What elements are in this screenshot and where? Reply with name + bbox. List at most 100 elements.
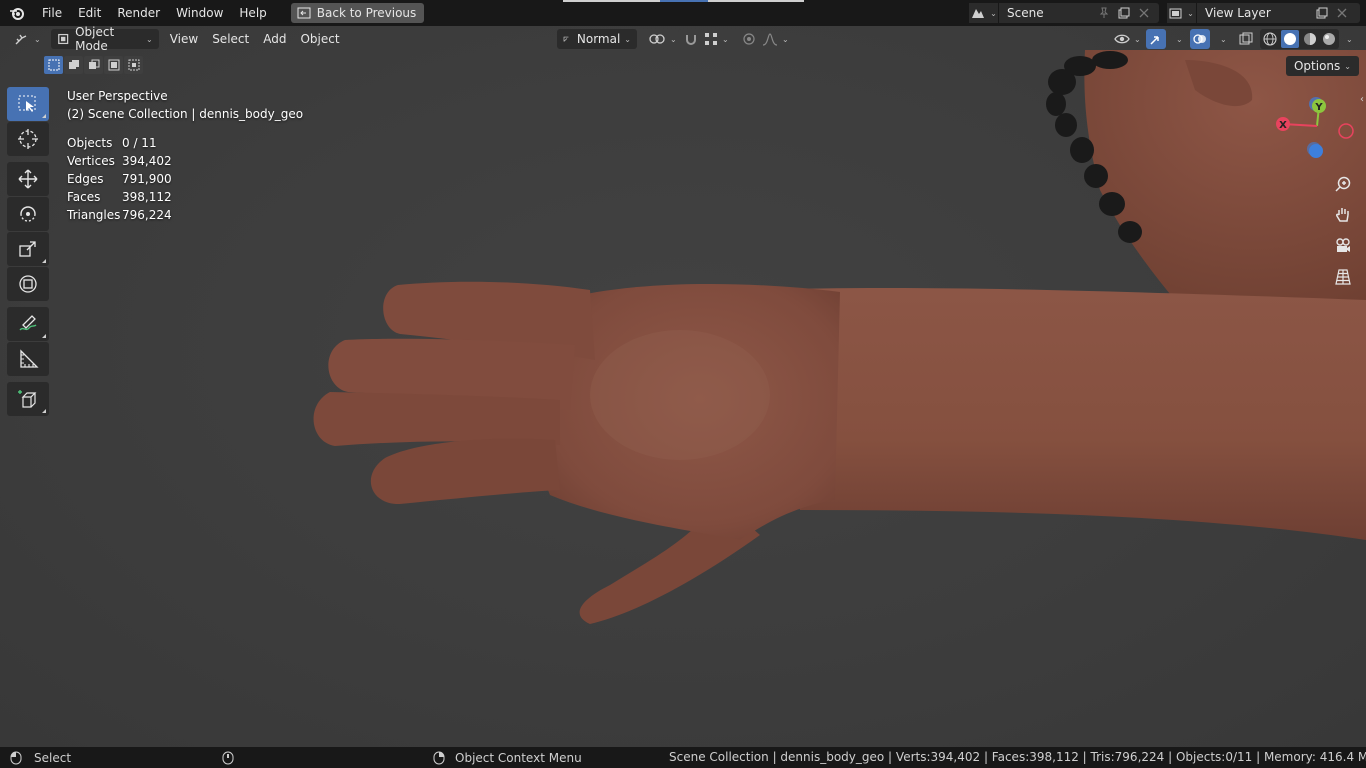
hand-icon — [1336, 207, 1349, 222]
falloff-dropdown[interactable]: ⌄ — [756, 29, 795, 49]
gizmo-icon — [1150, 36, 1159, 45]
x-axis-label: X — [1279, 120, 1287, 131]
tool-rotate[interactable] — [7, 197, 49, 231]
zoom-button[interactable] — [1328, 169, 1358, 198]
perspective-toggle-button[interactable] — [1328, 262, 1358, 291]
snap-magnet-icon — [686, 35, 696, 45]
tool-annotate[interactable] — [7, 307, 49, 341]
rotate-icon — [20, 206, 36, 222]
cursor-icon — [18, 129, 38, 149]
back-to-previous-button[interactable]: Back to Previous — [290, 3, 425, 23]
pan-button[interactable] — [1328, 200, 1358, 229]
wireframe-shading-icon[interactable] — [1262, 31, 1278, 47]
tool-select-box[interactable] — [7, 87, 49, 121]
material-preview-icon[interactable] — [1302, 31, 1318, 47]
gizmo-toggle[interactable] — [1146, 29, 1166, 49]
shading-modes — [1260, 29, 1339, 49]
sidebar-toggle-icon[interactable]: ‹ — [1360, 94, 1364, 105]
menu-edit[interactable]: Edit — [70, 0, 109, 26]
menu-render[interactable]: Render — [109, 0, 168, 26]
scene-name[interactable]: Scene — [999, 6, 1094, 20]
menu-window[interactable]: Window — [168, 0, 231, 26]
camera-view-button[interactable] — [1328, 231, 1358, 260]
new-view-layer-icon[interactable] — [1312, 3, 1332, 23]
left-mouse-icon — [10, 751, 22, 764]
right-mouse-icon — [433, 751, 445, 764]
tool-measure[interactable] — [7, 342, 49, 376]
navigation-buttons — [1328, 169, 1358, 291]
workspace-tabs-indicator — [563, 0, 804, 2]
delete-view-layer-icon[interactable] — [1332, 3, 1352, 23]
stat-vertices: Vertices 394,402 — [67, 154, 172, 168]
menu-select[interactable]: Select — [205, 29, 256, 49]
orientation-label: Normal — [576, 32, 621, 46]
scene-icon[interactable]: ⌄ — [969, 3, 999, 23]
tool-add-cube[interactable] — [7, 382, 49, 416]
navigation-gizmo[interactable]: X Y — [1266, 88, 1366, 168]
new-scene-icon[interactable] — [1114, 3, 1134, 23]
scene-statistics: Objects 0 / 11 Vertices 394,402 Edges 791,9… — [67, 134, 303, 224]
selection-mode-buttons — [44, 56, 143, 74]
proportional-icon — [743, 33, 755, 45]
solid-shading-icon — [1284, 33, 1296, 45]
tool-move[interactable] — [7, 162, 49, 196]
stat-objects: Objects 0 / 11 — [67, 136, 157, 150]
blender-logo-icon[interactable] — [0, 0, 34, 26]
editor-type-button[interactable]: ⌄ — [8, 29, 47, 49]
viewport-info-overlay: User Perspective (2) Scene Collection | … — [67, 87, 303, 224]
perspective-label: User Perspective — [67, 89, 168, 103]
menu-add[interactable]: Add — [256, 29, 293, 49]
view-layer-name[interactable]: View Layer — [1197, 6, 1312, 20]
select-invert-button[interactable] — [104, 56, 123, 74]
transform-icon — [19, 275, 37, 293]
view-layer-selector[interactable]: ⌄ View Layer — [1167, 3, 1360, 23]
delete-scene-icon[interactable] — [1134, 3, 1154, 23]
options-dropdown[interactable]: Options ⌄ — [1285, 56, 1359, 76]
solid-shading-button[interactable] — [1281, 30, 1299, 48]
visibility-dropdown[interactable]: ⌄ — [1108, 29, 1147, 49]
status-context-menu-hint: Object Context Menu — [433, 751, 582, 765]
camera-icon — [1336, 237, 1350, 252]
menu-help[interactable]: Help — [231, 0, 274, 26]
xray-toggle[interactable] — [1236, 29, 1256, 49]
zoom-icon — [1335, 176, 1351, 192]
select-box-icon — [18, 95, 36, 112]
view-layer-icon[interactable]: ⌄ — [1167, 3, 1197, 23]
menu-view[interactable]: View — [163, 29, 205, 49]
select-subtract-button[interactable] — [84, 56, 103, 74]
neg-x-axis-handle — [1338, 123, 1354, 139]
snap-target-button[interactable]: ⌄ — [698, 29, 735, 49]
shading-dropdown[interactable]: ⌄ — [1336, 29, 1359, 49]
tool-transform[interactable] — [7, 267, 49, 301]
stat-triangles: Triangles 796,224 — [67, 208, 172, 222]
gizmo-dropdown[interactable]: ⌄ — [1166, 29, 1189, 49]
rendered-shading-icon[interactable] — [1321, 31, 1337, 47]
menu-file[interactable]: File — [34, 0, 70, 26]
move-icon — [18, 169, 38, 189]
pivot-point-button[interactable]: ⌄ — [642, 29, 683, 49]
overlays-icon — [1193, 34, 1206, 44]
collection-label: (2) Scene Collection | dennis_body_geo — [67, 107, 304, 121]
pin-icon[interactable] — [1094, 3, 1114, 23]
y-axis-label: Y — [1314, 102, 1323, 113]
tool-cursor[interactable] — [7, 122, 49, 156]
falloff-curve-icon — [762, 33, 778, 46]
measure-ruler-icon — [20, 349, 39, 368]
transform-orientation-dropdown[interactable]: Normal ⌄ — [557, 29, 637, 49]
scene-selector[interactable]: ⌄ Scene — [969, 3, 1159, 23]
3d-viewport[interactable]: ⌄ Object Mode ⌄ View Select Add Object No… — [0, 26, 1366, 747]
select-new-button[interactable] — [44, 56, 63, 74]
select-subtract-icon — [88, 59, 99, 69]
xray-icon — [1239, 32, 1253, 45]
object-mode-dropdown[interactable]: Object Mode ⌄ — [50, 26, 159, 53]
overlays-dropdown[interactable]: ⌄ — [1210, 29, 1233, 49]
eye-icon — [1114, 34, 1130, 44]
overlays-toggle[interactable] — [1190, 29, 1210, 49]
orientation-icon — [563, 36, 569, 42]
select-extend-button[interactable] — [64, 56, 83, 74]
select-intersect-button[interactable] — [124, 56, 143, 74]
status-middle-mouse-hint — [222, 751, 234, 765]
object-mode-icon — [57, 33, 68, 45]
menu-object[interactable]: Object — [293, 29, 346, 49]
tool-scale[interactable] — [7, 232, 49, 266]
